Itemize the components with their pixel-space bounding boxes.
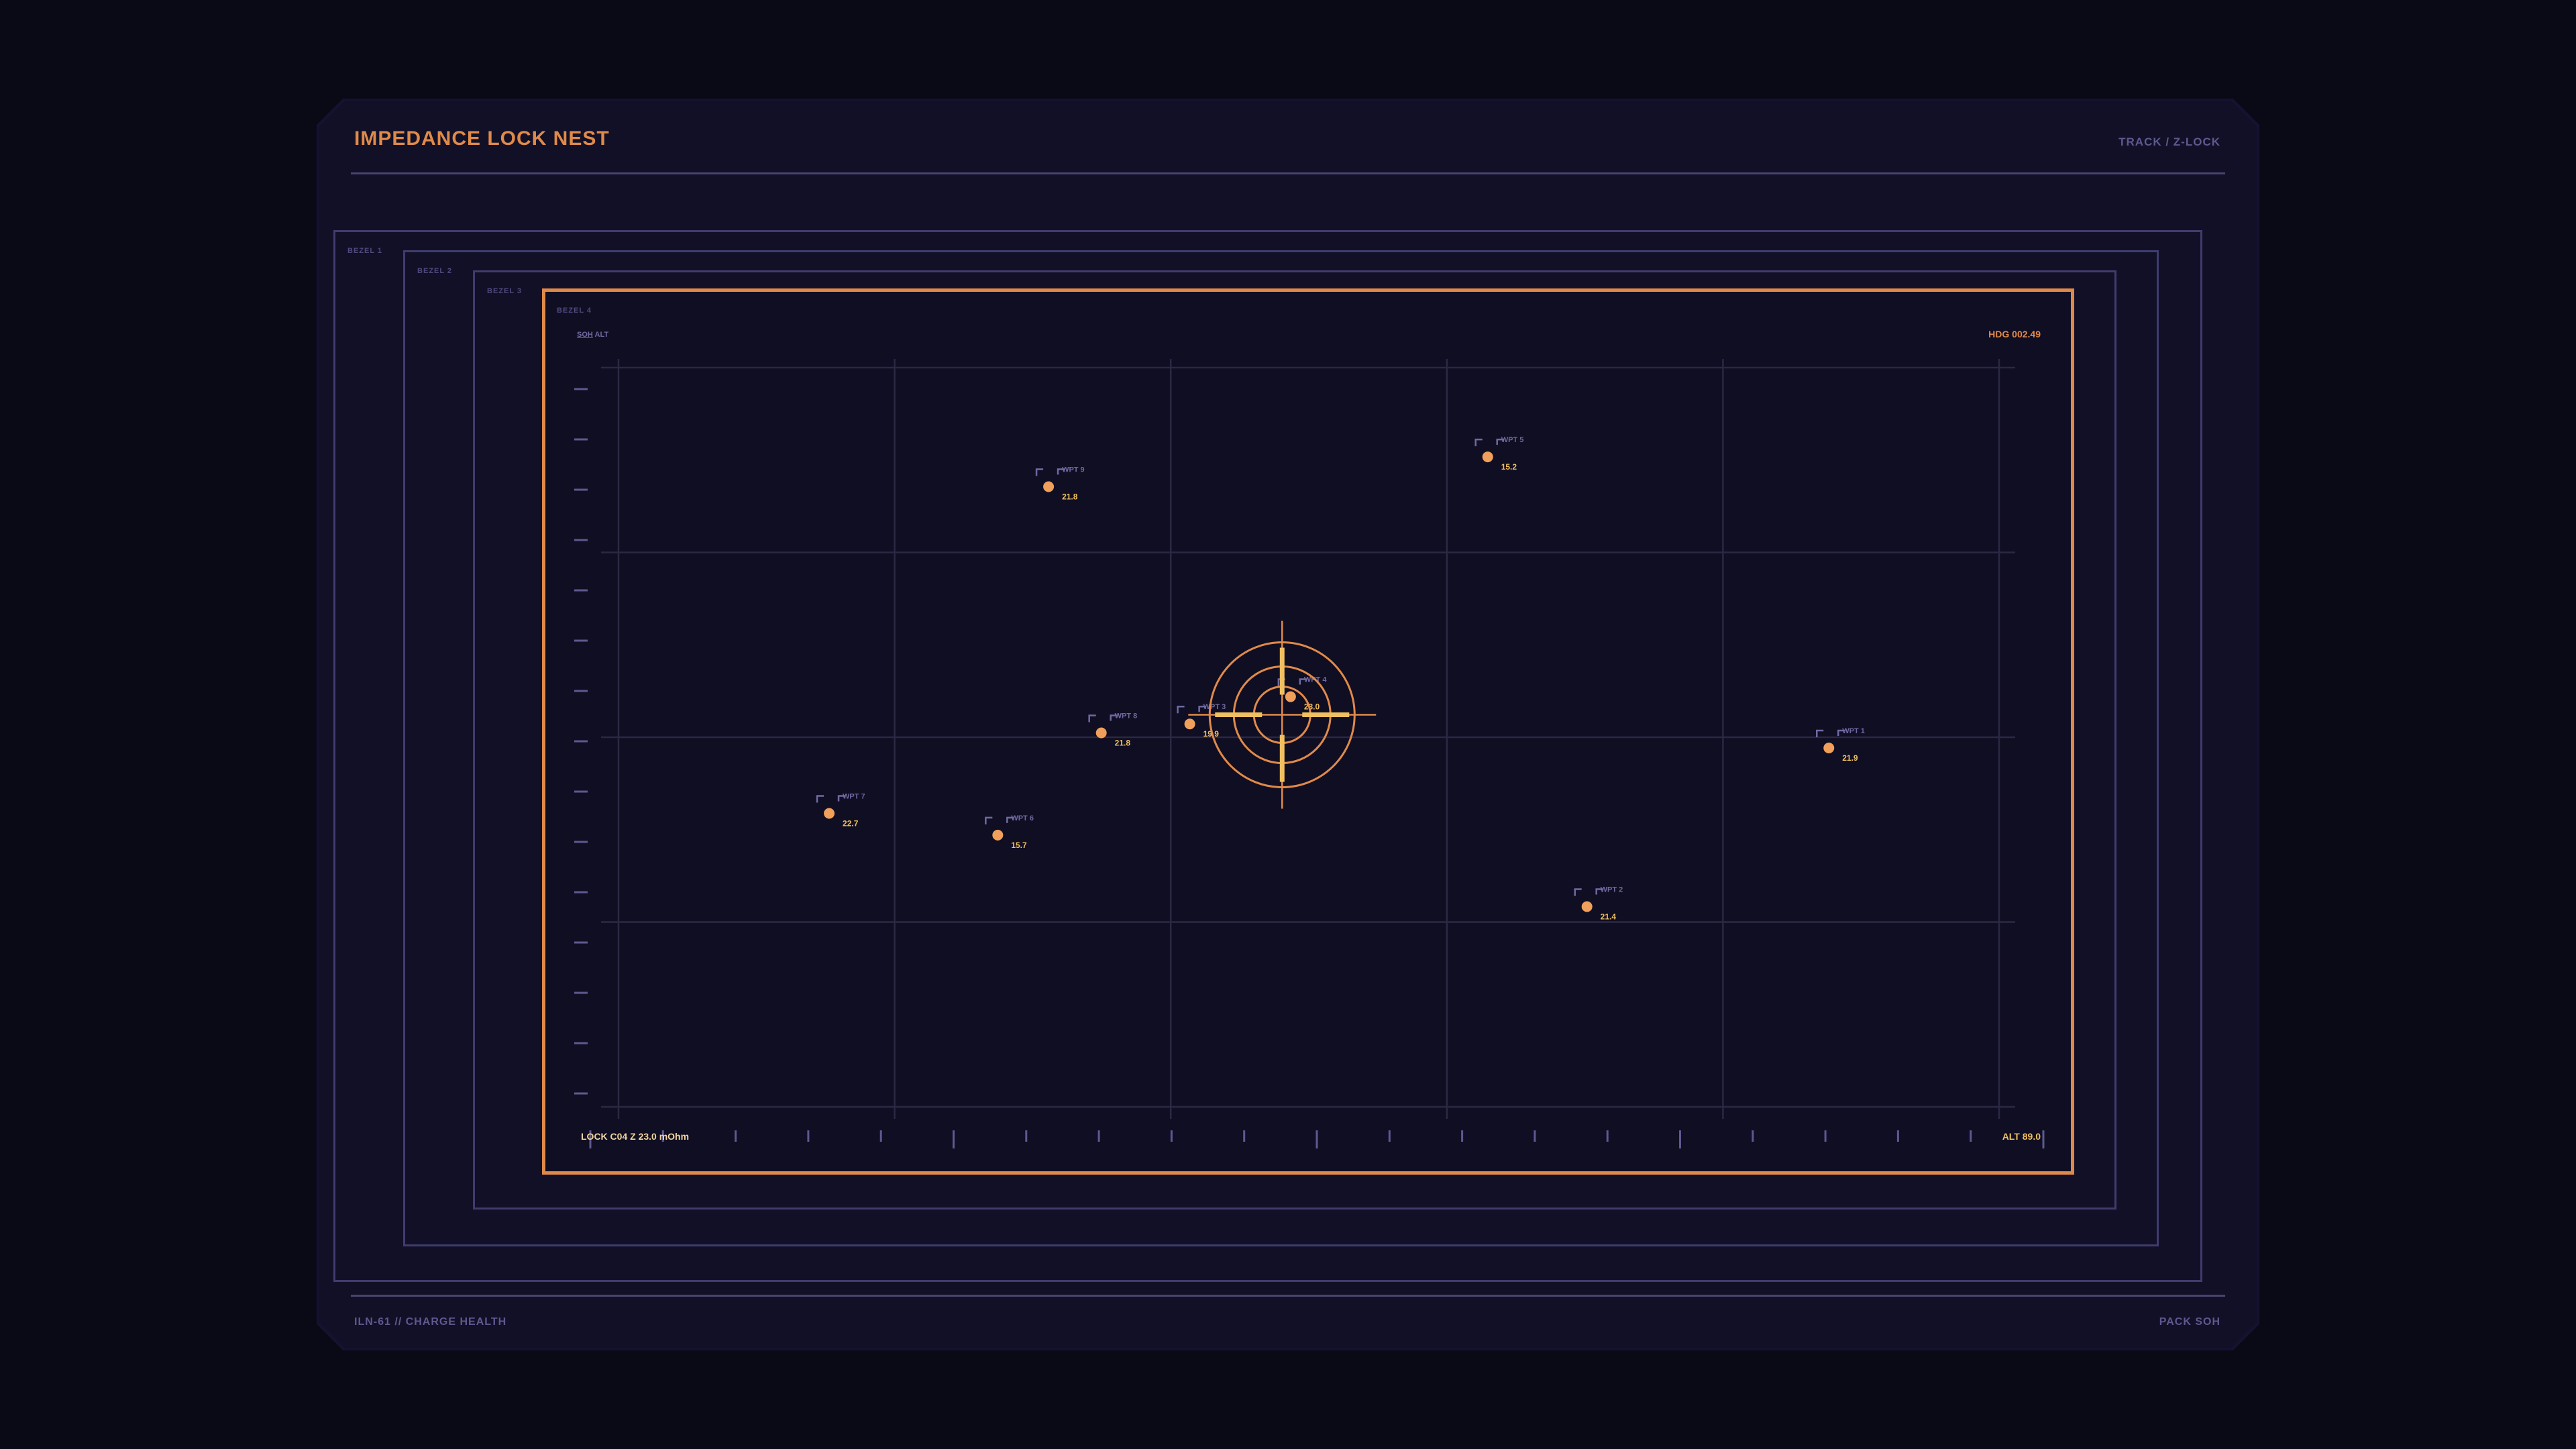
cell-marker (824, 808, 835, 819)
cell-marker (992, 829, 1004, 841)
cell-label: WPT 3 (1203, 703, 1226, 711)
lock-readout: LOCK C04 Z 23.0 mOhm (581, 1131, 690, 1142)
hud-alt-text: ALT (594, 331, 609, 339)
cell-label: WPT 5 (1501, 436, 1524, 444)
cell-label: WPT 8 (1115, 712, 1138, 720)
hud-soh-text: SOH (577, 331, 593, 339)
cell-label: WPT 7 (843, 792, 865, 800)
tracking-scope: WPT 121.9WPT 221.4WPT 319.9WPT 423.0WPT … (574, 359, 2045, 1148)
cell-bracket-icon (985, 816, 993, 824)
cell-marker (1482, 451, 1493, 463)
cell-label: WPT 2 (1601, 885, 1623, 894)
cell-marker (1095, 727, 1107, 739)
cell-value: 21.9 (1842, 753, 1858, 763)
cell-bracket-icon (1035, 468, 1044, 476)
cell-bracket-icon (1816, 729, 1824, 738)
cell-marker (1043, 481, 1055, 492)
cell-bracket-icon (1474, 438, 1483, 447)
cell-marker (1823, 743, 1835, 754)
cell-bracket-icon (1574, 888, 1582, 896)
cell-value: 22.7 (843, 818, 859, 828)
cell-marker (1184, 718, 1195, 730)
cell-value: 23.0 (1304, 702, 1320, 712)
hud-soh-label: SOH ALT (577, 331, 608, 339)
cell-value: 21.8 (1115, 738, 1131, 747)
cell-value: 15.7 (1011, 841, 1027, 850)
cell-bracket-icon (816, 795, 824, 803)
cell-value: 21.4 (1601, 912, 1617, 921)
cell-bracket-icon (1088, 714, 1096, 722)
heading-readout: HDG 002.49 (1988, 329, 2041, 339)
cell-value: 15.2 (1501, 462, 1517, 472)
cell-bracket-icon (1177, 705, 1185, 714)
cell-label: WPT 1 (1842, 727, 1865, 735)
cell-value: 21.8 (1062, 492, 1078, 502)
altitude-readout: ALT 89.0 (2002, 1131, 2041, 1142)
cell-marker (1285, 691, 1296, 702)
cell-label: WPT 9 (1062, 466, 1085, 474)
cell-marker (1581, 901, 1593, 912)
cell-label: WPT 6 (1011, 814, 1034, 822)
